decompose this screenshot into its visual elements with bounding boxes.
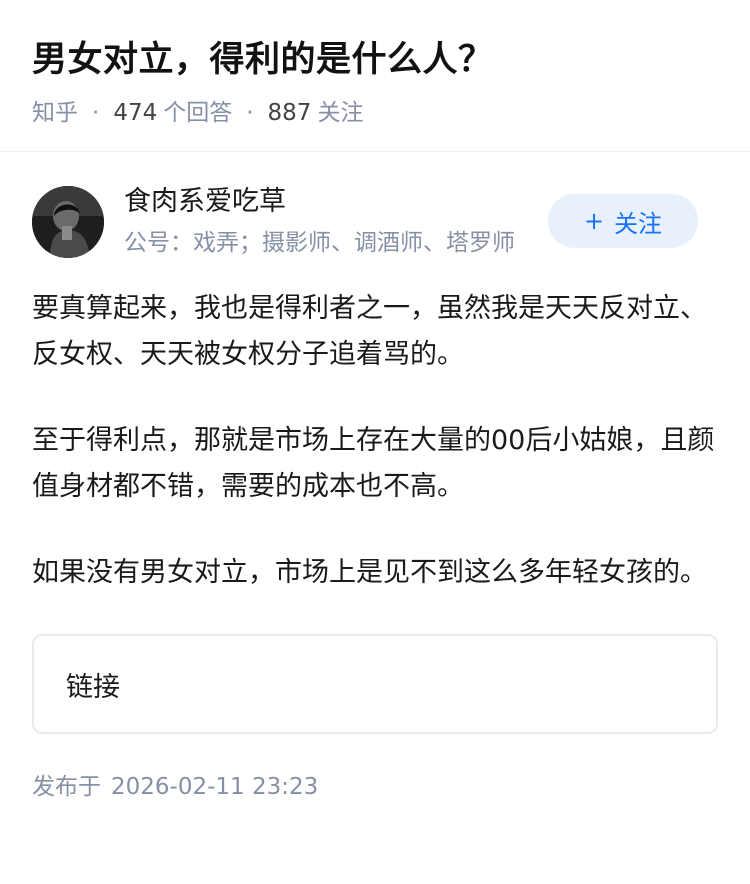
- question-header: 男女对立，得利的是什么人？ 知乎 · 474 个回答 · 887 关注: [0, 0, 750, 152]
- link-card-label: 链接: [66, 671, 120, 703]
- answers-label[interactable]: 个回答: [163, 96, 232, 130]
- publish-label: 发布于: [32, 774, 101, 800]
- publish-time: 2026-02-11 23:23: [111, 774, 319, 800]
- answers-count: 474: [113, 100, 158, 126]
- follow-label: 关注: [614, 209, 663, 238]
- separator-dot: ·: [92, 100, 100, 126]
- publish-info: 发布于 2026-02-11 23:23: [0, 772, 750, 802]
- answer-paragraph: 如果没有男女对立，市场上是见不到这么多年轻女孩的。: [32, 557, 707, 588]
- avatar-image: [32, 186, 104, 258]
- plus-icon: +: [583, 207, 605, 235]
- avatar[interactable]: [32, 186, 104, 258]
- question-title[interactable]: 男女对立，得利的是什么人？: [32, 38, 718, 82]
- follow-button[interactable]: + 关注: [548, 194, 698, 248]
- author-bio: 公号：戏弄；摄影师、调酒师、塔罗师: [124, 230, 515, 256]
- answer-content: 要真算起来，我也是得利者之一，虽然我是天天反对立、反女权、天天被女权分子追着骂的…: [0, 286, 750, 596]
- separator-dot: ·: [246, 100, 254, 126]
- author-name[interactable]: 食肉系爱吃草: [124, 184, 286, 220]
- link-card[interactable]: 链接: [32, 634, 718, 734]
- followers-label[interactable]: 关注: [317, 96, 363, 130]
- followers-count: 887: [267, 100, 312, 126]
- answer-paragraph: 要真算起来，我也是得利者之一，虽然我是天天反对立、反女权、天天被女权分子追着骂的…: [32, 293, 707, 370]
- question-meta: 知乎 · 474 个回答 · 887 关注: [32, 96, 718, 130]
- author-bar: 食肉系爱吃草 公号：戏弄；摄影师、调酒师、塔罗师 + 关注: [0, 152, 750, 272]
- source-label: 知乎: [32, 100, 78, 126]
- answer-paragraph: 至于得利点，那就是市场上存在大量的00后小姑娘，且颜值身材都不错，需要的成本也不…: [32, 425, 715, 502]
